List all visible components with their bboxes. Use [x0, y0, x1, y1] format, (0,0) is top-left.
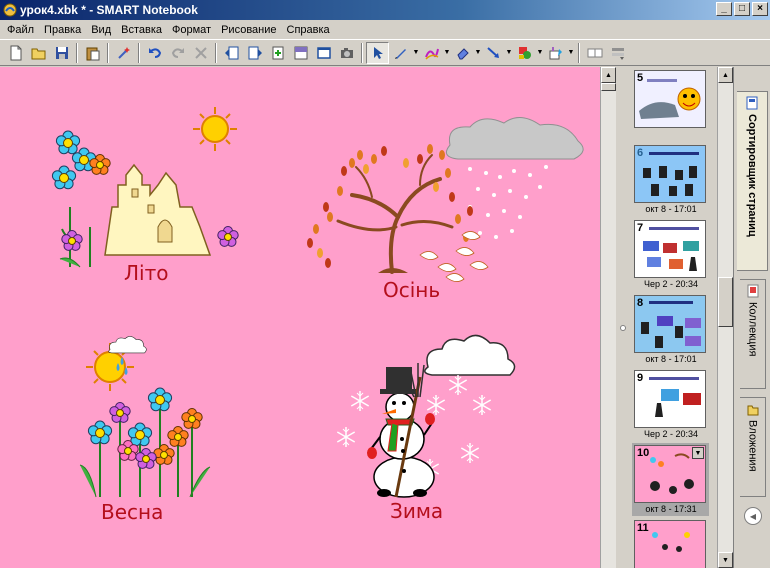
screen-shade-icon[interactable]: [289, 42, 312, 64]
page-thumb-6[interactable]: 6 окт 8 - 17:01: [634, 145, 711, 214]
tab-gallery[interactable]: Коллекция: [740, 279, 766, 389]
winter-clipart: [336, 334, 516, 498]
page-thumb-10[interactable]: 10 ▼ окт 8 - 17:31: [632, 443, 709, 516]
title-bar[interactable]: урок4.xbk * - SMART Notebook _ □ ×: [0, 0, 770, 20]
dual-page-icon[interactable]: [583, 42, 606, 64]
menu-format[interactable]: Формат: [167, 24, 216, 36]
new-page-icon[interactable]: [4, 42, 27, 64]
delete-icon[interactable]: [189, 42, 212, 64]
canvas-scrollbar[interactable]: ▲: [600, 67, 616, 568]
magic-wand-icon[interactable]: [112, 42, 135, 64]
sorter-scroll-up-button[interactable]: ▲: [718, 67, 733, 83]
maximize-button[interactable]: □: [734, 2, 750, 16]
creative-pen-icon[interactable]: [420, 42, 443, 64]
toolbar-separator: [578, 42, 580, 63]
thumb-11-preview: [652, 532, 690, 552]
thumb-5-preview: [639, 79, 701, 119]
undo-icon[interactable]: [143, 42, 166, 64]
spring-clipart: [79, 336, 211, 498]
line-dropdown[interactable]: ▼: [505, 42, 513, 64]
shapes-dropdown[interactable]: ▼: [536, 42, 544, 64]
season-clipart: [51, 107, 584, 498]
toolbar-separator: [215, 42, 217, 63]
smart-notebook-window: урок4.xbk * - SMART Notebook _ □ × Файл …: [0, 0, 770, 568]
line-icon[interactable]: [482, 42, 505, 64]
toolbar-separator: [76, 42, 78, 63]
thumb-8-preview: [641, 301, 701, 348]
menu-help[interactable]: Справка: [282, 24, 335, 36]
properties-icon[interactable]: [606, 42, 629, 64]
toolbar-separator: [107, 42, 109, 63]
eraser-icon[interactable]: [451, 42, 474, 64]
sorter-scrollbar[interactable]: ▲ ▼: [717, 67, 733, 568]
page-sorter: 5 6 окт 8 - 17:01: [630, 67, 717, 568]
thumb-menu-dropdown[interactable]: ▼: [692, 447, 704, 459]
sorter-scroll-down-button[interactable]: ▼: [718, 552, 733, 568]
window-title: урок4.xbk * - SMART Notebook: [20, 3, 198, 17]
shapes-icon[interactable]: [513, 42, 536, 64]
fill-icon[interactable]: [544, 42, 567, 64]
menu-insert[interactable]: Вставка: [116, 24, 167, 36]
eraser-dropdown[interactable]: ▼: [474, 42, 482, 64]
menu-bar: Файл Правка Вид Вставка Формат Рисование…: [0, 20, 770, 39]
close-button[interactable]: ×: [752, 2, 768, 16]
thumb-6-preview: [635, 146, 705, 202]
move-panel-icon[interactable]: ◀: [744, 507, 762, 525]
prev-page-icon[interactable]: [220, 42, 243, 64]
menu-file[interactable]: Файл: [2, 24, 39, 36]
paste-icon[interactable]: [81, 42, 104, 64]
capture-icon[interactable]: [335, 42, 358, 64]
scroll-thumb[interactable]: [601, 83, 616, 91]
autumn-clipart: [307, 117, 584, 282]
tab-attachments[interactable]: Вложения: [740, 397, 766, 497]
creative-pen-dropdown[interactable]: ▼: [443, 42, 451, 64]
minimize-button[interactable]: _: [716, 2, 732, 16]
thumb-7-preview: [643, 227, 699, 271]
next-page-icon[interactable]: [243, 42, 266, 64]
splitter-handle-icon[interactable]: [620, 325, 626, 331]
page-thumb-11[interactable]: 11: [634, 520, 711, 568]
gallery-icon: [747, 284, 758, 298]
thumb-9-preview: [649, 377, 701, 417]
summer-clipart: [51, 107, 239, 268]
redo-icon[interactable]: [166, 42, 189, 64]
scroll-up-button[interactable]: ▲: [601, 67, 616, 83]
full-screen-icon[interactable]: [312, 42, 335, 64]
pen-dropdown[interactable]: ▼: [412, 42, 420, 64]
page-thumb-8[interactable]: 8 окт 8 - 17:01: [634, 295, 711, 364]
select-icon[interactable]: [366, 41, 389, 64]
app-icon: [2, 2, 18, 18]
tab-page-sorter[interactable]: Сортировщик страниц: [737, 91, 768, 271]
pen-icon[interactable]: [389, 42, 412, 64]
main-toolbar: ▼ ▼ ▼ ▼ ▼ ▼: [0, 39, 770, 66]
side-tab-strip: Сортировщик страниц Коллекция Вложения ◀: [733, 67, 770, 568]
page-sorter-icon: [746, 96, 758, 110]
folder-icon: [747, 405, 758, 416]
label-summer[interactable]: Літо: [124, 261, 168, 285]
sorter-scroll-thumb[interactable]: [718, 277, 733, 327]
menu-view[interactable]: Вид: [86, 24, 116, 36]
label-autumn[interactable]: Осінь: [383, 278, 440, 302]
add-page-icon[interactable]: [266, 42, 289, 64]
menu-edit[interactable]: Правка: [39, 24, 86, 36]
label-winter[interactable]: Зима: [390, 499, 443, 523]
page-thumb-9[interactable]: 9 Чер 2 - 20:34: [634, 370, 711, 439]
whiteboard-page[interactable]: Літо Осінь Весна Зима: [0, 67, 600, 568]
toolbar-separator: [138, 42, 140, 63]
fill-dropdown[interactable]: ▼: [567, 42, 575, 64]
label-spring[interactable]: Весна: [101, 500, 163, 524]
menu-draw[interactable]: Рисование: [216, 24, 281, 36]
sorter-splitter[interactable]: [616, 67, 630, 568]
page-thumb-7[interactable]: 7 Чер 2 - 20:34: [634, 220, 711, 289]
page-thumb-5[interactable]: 5: [634, 70, 711, 129]
open-icon[interactable]: [27, 42, 50, 64]
toolbar-separator: [361, 42, 363, 63]
save-icon[interactable]: [50, 42, 73, 64]
